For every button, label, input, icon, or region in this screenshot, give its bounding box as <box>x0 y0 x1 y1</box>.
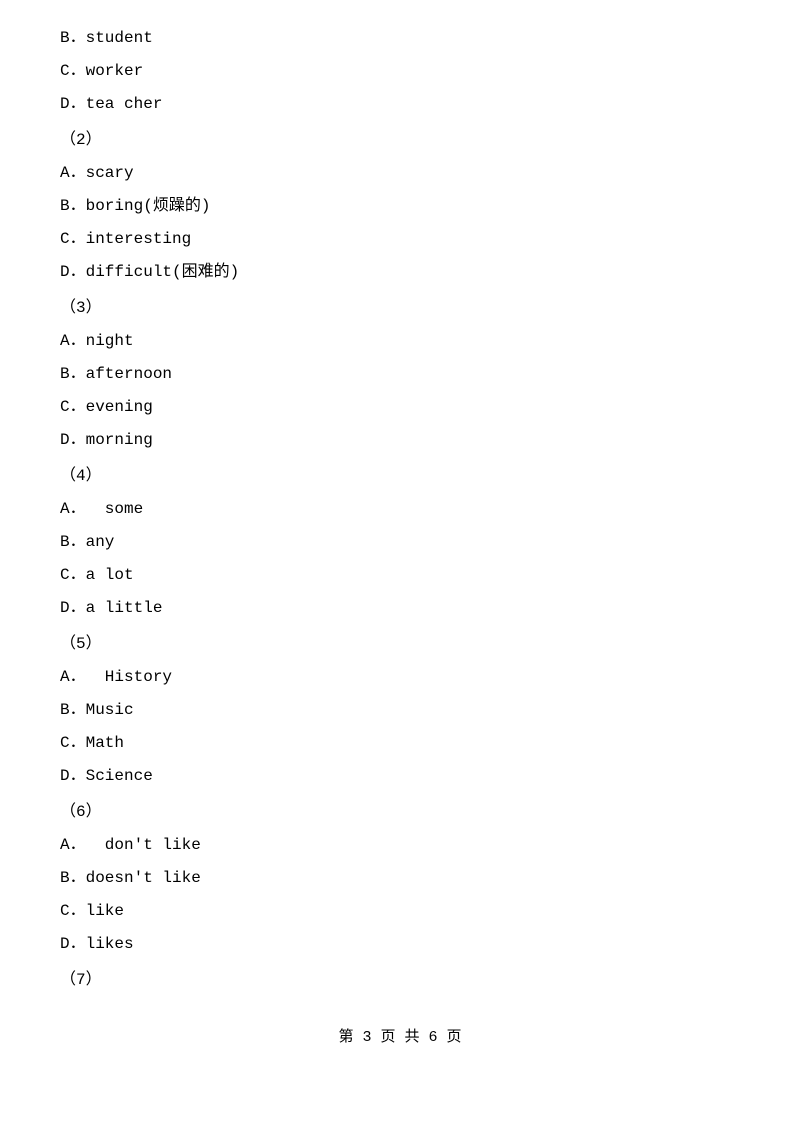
answer-option-c-worker: C．worker <box>60 57 740 86</box>
answer-option-q6: （6） <box>60 798 740 827</box>
answer-option-q3: （3） <box>60 294 740 323</box>
answer-option-d-morning: D．morning <box>60 426 740 455</box>
answer-option-a-dontlike: A． don't like <box>60 831 740 860</box>
answer-option-a-scary: A．scary <box>60 159 740 188</box>
answer-option-d-difficult: D．difficult(困难的) <box>60 258 740 287</box>
answer-option-c-evening: C．evening <box>60 393 740 422</box>
answer-option-d-alittle: D．a little <box>60 594 740 623</box>
answer-option-c-like: C．like <box>60 897 740 926</box>
answer-option-d-science: D．Science <box>60 762 740 791</box>
answer-option-b-boring: B．boring(烦躁的) <box>60 192 740 221</box>
answer-option-a-some: A． some <box>60 495 740 524</box>
answer-option-b-afternoon: B．afternoon <box>60 360 740 389</box>
answer-option-a-night: A．night <box>60 327 740 356</box>
answer-option-d-likes: D．likes <box>60 930 740 959</box>
answer-option-b-doesntlike: B．doesn't like <box>60 864 740 893</box>
answer-option-c-math: C．Math <box>60 729 740 758</box>
footer-text: 第 3 页 共 6 页 <box>338 1029 461 1046</box>
answer-option-q4: （4） <box>60 462 740 491</box>
page-footer: 第 3 页 共 6 页 <box>60 1025 740 1046</box>
answer-option-b-student: B．student <box>60 24 740 53</box>
answer-option-b-music: B．Music <box>60 696 740 725</box>
answer-option-a-history: A． History <box>60 663 740 692</box>
answer-option-q5: （5） <box>60 630 740 659</box>
answer-option-q2: （2） <box>60 126 740 155</box>
answer-option-c-interesting: C．interesting <box>60 225 740 254</box>
answer-option-b-any: B．any <box>60 528 740 557</box>
answer-option-c-alot: C．a lot <box>60 561 740 590</box>
answer-option-d-teacher: D．tea cher <box>60 90 740 119</box>
answer-option-q7: （7） <box>60 966 740 995</box>
